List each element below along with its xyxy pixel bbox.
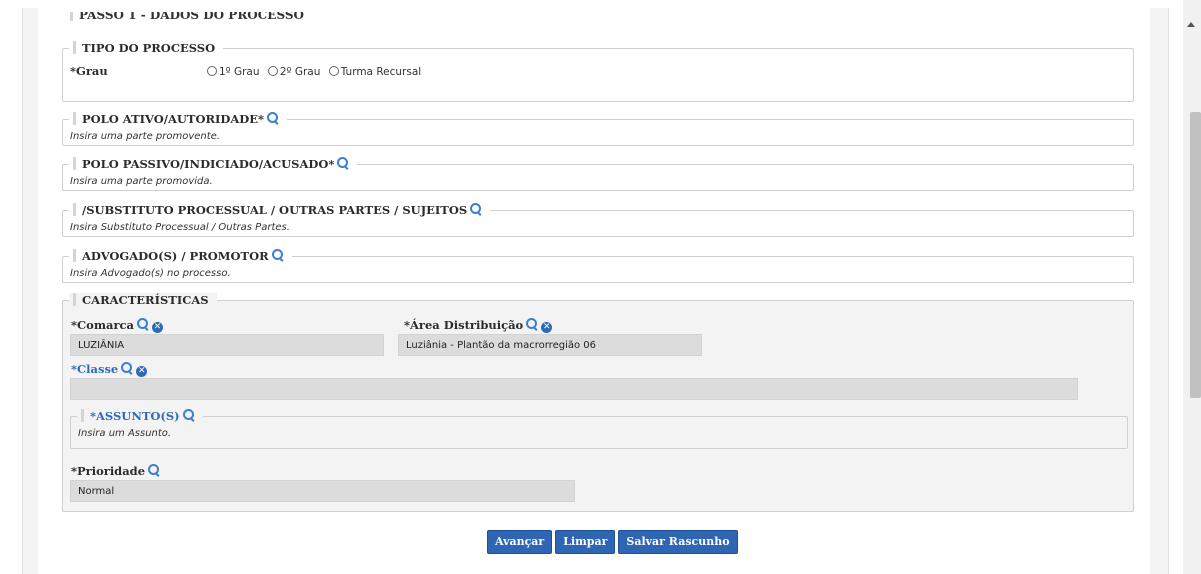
legend-bar — [73, 112, 76, 125]
scroll-up-arrow-icon[interactable] — [1187, 22, 1195, 27]
comarca-label: *Comarca ✕ — [71, 318, 163, 333]
legend-bar — [73, 203, 76, 216]
assunto-fieldset: *ASSUNTO(S) Insira um Assunto. — [70, 409, 1128, 449]
prioridade-label-text: *Prioridade — [71, 464, 146, 478]
radio-1-grau[interactable]: 1º Grau — [207, 66, 260, 78]
caracteristicas-legend-text: CARACTERÍSTICAS — [82, 293, 209, 307]
advogado-hint: Insira Advogado(s) no processo. — [70, 268, 231, 279]
search-icon[interactable] — [470, 203, 482, 215]
prioridade-field[interactable]: Normal — [70, 480, 575, 502]
polo-passivo-legend-text: POLO PASSIVO/INDICIADO/ACUSADO* — [82, 157, 335, 171]
legend-bar — [73, 157, 76, 170]
search-icon[interactable] — [271, 249, 284, 261]
grau-label: *Grau — [70, 64, 108, 78]
advogado-fieldset: ADVOGADO(S) / PROMOTOR Insira Advogado(s… — [62, 249, 1134, 283]
area-distribuicao-label: *Área Distribuição ✕ — [404, 318, 553, 333]
clear-icon[interactable]: ✕ — [136, 366, 148, 377]
assunto-legend-text: *ASSUNTO(S) — [90, 409, 180, 423]
radio-circle-turma-recursal[interactable] — [328, 66, 339, 76]
substituto-fieldset: /SUBSTITUTO PROCESSUAL / OUTRAS PARTES /… — [62, 203, 1134, 237]
prioridade-label: *Prioridade — [71, 464, 160, 478]
grau-radio-group: 1º Grau 2º Grau Turma Recursal — [207, 66, 426, 78]
search-icon[interactable] — [526, 318, 538, 330]
radio-turma-recursal-label: Turma Recursal — [340, 66, 422, 78]
legend-bar — [81, 409, 84, 422]
polo-ativo-legend: POLO ATIVO/AUTORIDADE* — [69, 112, 288, 127]
assunto-hint: Insira um Assunto. — [78, 428, 172, 439]
clear-icon[interactable]: ✕ — [151, 322, 163, 333]
tipo-processo-legend: TIPO DO PROCESSO — [69, 41, 224, 56]
polo-passivo-hint: Insira uma parte promovida. — [70, 176, 213, 187]
classe-label-text: *Classe — [71, 362, 119, 376]
search-icon[interactable] — [136, 318, 149, 330]
classe-label: *Classe ✕ — [71, 362, 148, 377]
vertical-scrollbar[interactable] — [1183, 0, 1201, 574]
area-distribuicao-field[interactable]: Luziânia - Plantão da macrorregião 06 — [398, 334, 702, 356]
search-icon[interactable] — [121, 362, 133, 374]
classe-field[interactable] — [70, 378, 1078, 400]
substituto-legend: /SUBSTITUTO PROCESSUAL / OUTRAS PARTES /… — [69, 203, 491, 218]
assunto-legend: *ASSUNTO(S) — [77, 409, 203, 424]
avancar-button[interactable]: Avançar — [487, 530, 553, 554]
page-left-margin — [0, 0, 8, 574]
area-distribuicao-label-text: *Área Distribuição — [404, 318, 524, 332]
advogado-legend: ADVOGADO(S) / PROMOTOR — [69, 249, 292, 264]
substituto-legend-text: /SUBSTITUTO PROCESSUAL / OUTRAS PARTES /… — [82, 203, 468, 217]
salvar-rascunho-button[interactable]: Salvar Rascunho — [618, 530, 738, 554]
comarca-label-text: *Comarca — [71, 318, 134, 332]
scroll-thumb[interactable] — [1190, 112, 1201, 398]
advogado-legend-text: ADVOGADO(S) / PROMOTOR — [82, 249, 269, 263]
limpar-button[interactable]: Limpar — [555, 530, 616, 554]
action-buttons: Avançar Limpar Salvar Rascunho — [487, 530, 738, 554]
caracteristicas-legend: CARACTERÍSTICAS — [69, 293, 217, 308]
legend-bar — [73, 41, 76, 54]
polo-passivo-fieldset: POLO PASSIVO/INDICIADO/ACUSADO* Insira u… — [62, 157, 1134, 191]
radio-2-grau-label: 2º Grau — [279, 66, 321, 78]
clear-icon[interactable]: ✕ — [541, 322, 553, 333]
legend-bar — [73, 249, 76, 262]
polo-ativo-hint: Insira uma parte promovente. — [70, 131, 221, 142]
radio-circle-1-grau[interactable] — [207, 66, 217, 76]
search-icon[interactable] — [148, 464, 160, 476]
search-icon[interactable] — [182, 409, 195, 421]
search-icon[interactable] — [267, 112, 279, 124]
polo-ativo-fieldset: POLO ATIVO/AUTORIDADE* Insira uma parte … — [62, 112, 1134, 146]
radio-circle-2-grau[interactable] — [267, 66, 278, 76]
comarca-field[interactable]: LUZIÂNIA — [70, 334, 384, 356]
tipo-processo-legend-text: TIPO DO PROCESSO — [82, 41, 216, 55]
radio-2-grau[interactable]: 2º Grau — [267, 66, 321, 78]
legend-bar — [73, 293, 76, 306]
search-icon[interactable] — [337, 157, 349, 169]
radio-turma-recursal[interactable]: Turma Recursal — [328, 66, 422, 78]
polo-ativo-legend-text: POLO ATIVO/AUTORIDADE* — [82, 112, 265, 126]
polo-passivo-legend: POLO PASSIVO/INDICIADO/ACUSADO* — [69, 157, 358, 172]
radio-1-grau-label: 1º Grau — [219, 66, 260, 78]
substituto-hint: Insira Substituto Processual / Outras Pa… — [70, 222, 290, 233]
